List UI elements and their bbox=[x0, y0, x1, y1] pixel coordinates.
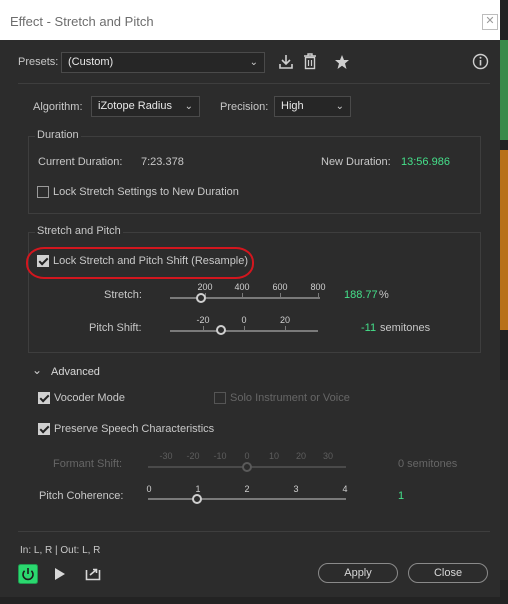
formant-tick-label: 30 bbox=[322, 451, 334, 461]
title-bar: Effect - Stretch and Pitch ✕ bbox=[0, 0, 500, 40]
presets-label: Presets: bbox=[18, 56, 59, 68]
current-duration-label: Current Duration: bbox=[38, 156, 123, 168]
lock-duration-label[interactable]: Lock Stretch Settings to New Duration bbox=[53, 186, 239, 198]
chevron-down-icon: ⌄ bbox=[184, 101, 193, 112]
loop-export-icon[interactable] bbox=[85, 566, 101, 581]
star-icon[interactable] bbox=[334, 54, 350, 70]
power-toggle-icon[interactable] bbox=[18, 564, 38, 584]
stretch-slider-thumb[interactable] bbox=[196, 293, 206, 303]
coherence-tick-label: 2 bbox=[244, 484, 250, 494]
formant-tick-label: 10 bbox=[268, 451, 280, 461]
coherence-slider-thumb[interactable] bbox=[192, 494, 202, 504]
stretch-unit: % bbox=[379, 289, 389, 301]
stretch-tick bbox=[242, 293, 243, 297]
pitch-tick bbox=[203, 326, 204, 330]
stretch-pitch-dialog: Effect - Stretch and Pitch ✕ Presets: (C… bbox=[0, 0, 500, 597]
stretch-slider-track[interactable] bbox=[170, 297, 320, 299]
coherence-tick-label: 3 bbox=[293, 484, 299, 494]
new-duration-label: New Duration: bbox=[321, 156, 391, 168]
pitch-coherence-value[interactable]: 1 bbox=[398, 490, 404, 502]
stretch-label: Stretch: bbox=[104, 289, 142, 301]
pitch-tick-label: 20 bbox=[279, 315, 291, 325]
lock-stretch-pitch-label[interactable]: Lock Stretch and Pitch Shift (Resample) bbox=[53, 255, 248, 267]
pitch-shift-unit: semitones bbox=[380, 322, 431, 334]
apply-button[interactable]: Apply bbox=[318, 563, 398, 583]
precision-value: High bbox=[281, 100, 304, 112]
background-waveform-strip bbox=[500, 40, 508, 140]
formant-tick-label: 20 bbox=[295, 451, 307, 461]
coherence-tick-label: 4 bbox=[342, 484, 348, 494]
stretch-tick bbox=[318, 293, 319, 297]
pitch-tick bbox=[244, 326, 245, 330]
precision-label: Precision: bbox=[220, 101, 269, 113]
formant-tick-label: -20 bbox=[186, 451, 200, 461]
precision-dropdown[interactable]: High ⌄ bbox=[274, 96, 351, 117]
download-icon[interactable] bbox=[278, 54, 294, 70]
vocoder-mode-label[interactable]: Vocoder Mode bbox=[54, 392, 125, 404]
presets-dropdown[interactable]: (Custom) ⌄ bbox=[61, 52, 265, 73]
chevron-down-icon: ⌄ bbox=[335, 101, 344, 112]
trash-icon[interactable] bbox=[302, 53, 318, 70]
coherence-tick-label: 1 bbox=[195, 484, 201, 494]
duration-group-title: Duration bbox=[35, 129, 81, 141]
pitch-shift-value[interactable]: -11 bbox=[361, 322, 376, 334]
divider bbox=[18, 531, 490, 532]
background-waveform-strip bbox=[500, 380, 508, 580]
preserve-speech-checkbox[interactable] bbox=[38, 423, 50, 435]
lock-duration-checkbox[interactable] bbox=[37, 186, 49, 198]
stretch-value[interactable]: 188.77 bbox=[344, 289, 378, 301]
stretch-tick-label: 400 bbox=[234, 282, 250, 292]
presets-value: (Custom) bbox=[68, 56, 114, 68]
close-button[interactable]: Close bbox=[408, 563, 488, 583]
stretch-tick-label: 800 bbox=[310, 282, 326, 292]
formant-slider-thumb[interactable] bbox=[242, 462, 252, 472]
play-icon[interactable] bbox=[54, 567, 66, 581]
pitch-tick-label: 0 bbox=[241, 315, 247, 325]
coherence-slider-track[interactable] bbox=[148, 498, 346, 500]
chevron-down-icon: ⌄ bbox=[249, 57, 258, 68]
window-title: Effect - Stretch and Pitch bbox=[10, 14, 154, 29]
stretch-tick-label: 600 bbox=[272, 282, 288, 292]
new-duration-value[interactable]: 13:56.986 bbox=[401, 156, 450, 168]
advanced-title[interactable]: Advanced bbox=[51, 366, 100, 378]
divider bbox=[18, 83, 490, 84]
coherence-tick-label: 0 bbox=[146, 484, 152, 494]
duration-group: Duration bbox=[28, 129, 481, 214]
solo-instrument-label[interactable]: Solo Instrument or Voice bbox=[230, 392, 350, 404]
algorithm-label: Algorithm: bbox=[33, 101, 83, 113]
formant-tick-label: -30 bbox=[159, 451, 173, 461]
stretch-tick-label: 200 bbox=[197, 282, 213, 292]
algorithm-value: iZotope Radius bbox=[98, 100, 172, 112]
pitch-tick-label: -20 bbox=[196, 315, 210, 325]
pitch-coherence-label: Pitch Coherence: bbox=[39, 490, 124, 502]
vocoder-mode-checkbox[interactable] bbox=[38, 392, 50, 404]
close-window-icon[interactable]: ✕ bbox=[482, 14, 498, 30]
formant-tick-label: -10 bbox=[213, 451, 227, 461]
current-duration-value: 7:23.378 bbox=[141, 156, 184, 168]
solo-instrument-checkbox[interactable] bbox=[214, 392, 226, 404]
preserve-speech-label[interactable]: Preserve Speech Characteristics bbox=[54, 423, 214, 435]
advanced-chevron-icon[interactable]: ⌄ bbox=[32, 363, 42, 377]
pitch-tick bbox=[285, 326, 286, 330]
formant-tick-label: 0 bbox=[244, 451, 250, 461]
io-routing-text: In: L, R | Out: L, R bbox=[20, 545, 101, 556]
pitch-slider-thumb[interactable] bbox=[216, 325, 226, 335]
formant-shift-label: Formant Shift: bbox=[53, 458, 123, 470]
stretch-pitch-group-title: Stretch and Pitch bbox=[35, 225, 123, 237]
info-icon[interactable] bbox=[472, 53, 489, 70]
lock-stretch-pitch-checkbox[interactable] bbox=[37, 255, 49, 267]
pitch-slider-track[interactable] bbox=[170, 330, 318, 332]
pitch-shift-label: Pitch Shift: bbox=[89, 322, 142, 334]
formant-shift-value: 0 semitones bbox=[398, 458, 458, 470]
algorithm-dropdown[interactable]: iZotope Radius ⌄ bbox=[91, 96, 200, 117]
background-waveform-strip bbox=[500, 150, 508, 330]
stretch-tick bbox=[280, 293, 281, 297]
